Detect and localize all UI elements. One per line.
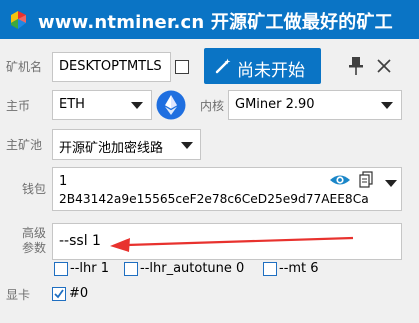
- gpu-label: 显卡: [6, 288, 31, 302]
- chevron-down-icon: [181, 142, 193, 149]
- pool-select[interactable]: 开源矿池加密线路: [52, 129, 201, 160]
- lhr-checkbox[interactable]: [54, 262, 68, 276]
- title-bar: www.ntminer.cn 开源矿工做最好的矿工: [0, 0, 419, 39]
- chevron-down-icon: [381, 102, 393, 109]
- window-title: www.ntminer.cn 开源矿工做最好的矿工: [38, 12, 393, 33]
- lhr-label: --lhr 1: [70, 261, 109, 276]
- close-icon[interactable]: [376, 58, 392, 74]
- wallet-index: 1: [59, 174, 68, 189]
- miner-name-input[interactable]: DESKTOPTMTLS: [52, 52, 171, 82]
- chevron-down-icon: [131, 102, 143, 109]
- mt-checkbox[interactable]: [263, 262, 277, 276]
- gpu-0-checkbox[interactable]: [52, 287, 66, 301]
- miner-name-checkbox[interactable]: [175, 60, 189, 74]
- red-arrow-annotation: [110, 236, 354, 252]
- pin-icon[interactable]: [347, 56, 365, 76]
- advanced-label-line1: 高级: [22, 226, 47, 240]
- lhr-autotune-checkbox[interactable]: [124, 262, 138, 276]
- wallet-label: 钱包: [22, 182, 47, 196]
- miner-name-value: DESKTOPTMTLS: [59, 59, 162, 74]
- kernel-select[interactable]: GMiner 2.90: [228, 90, 402, 120]
- copy-icon[interactable]: [359, 171, 373, 189]
- start-button[interactable]: 尚未开始: [204, 48, 321, 84]
- eye-icon[interactable]: [329, 173, 351, 187]
- kernel-value: GMiner 2.90: [235, 97, 315, 112]
- kernel-label: 内核: [200, 99, 225, 113]
- coin-select[interactable]: ETH: [52, 90, 152, 120]
- lhr-autotune-label: --lhr_autotune 0: [140, 261, 245, 276]
- pool-label: 主矿池: [6, 138, 43, 152]
- mt-label: --mt 6: [279, 261, 319, 276]
- advanced-params-value: --ssl 1: [59, 233, 101, 249]
- gpu-0-label: #0: [69, 286, 89, 301]
- app-icon: [11, 11, 26, 29]
- advanced-label-line2: 参数: [22, 241, 47, 255]
- wand-icon: [215, 58, 231, 74]
- coin-value: ETH: [59, 97, 85, 112]
- pool-value: 开源矿池加密线路: [59, 141, 164, 156]
- chevron-down-icon: [385, 180, 397, 187]
- miner-name-label: 矿机名: [6, 60, 43, 74]
- ethereum-icon: [156, 90, 186, 120]
- start-button-label: 尚未开始: [237, 61, 305, 81]
- coin-label: 主币: [6, 99, 31, 113]
- checkmark-icon: [54, 289, 64, 299]
- wallet-select[interactable]: 1 2B43142a9e15565ceF2e78c6CeD25e9d77AEE8…: [52, 167, 402, 211]
- wallet-address: 2B43142a9e15565ceF2e78c6CeD25e9d77AEE8Ca: [59, 192, 369, 206]
